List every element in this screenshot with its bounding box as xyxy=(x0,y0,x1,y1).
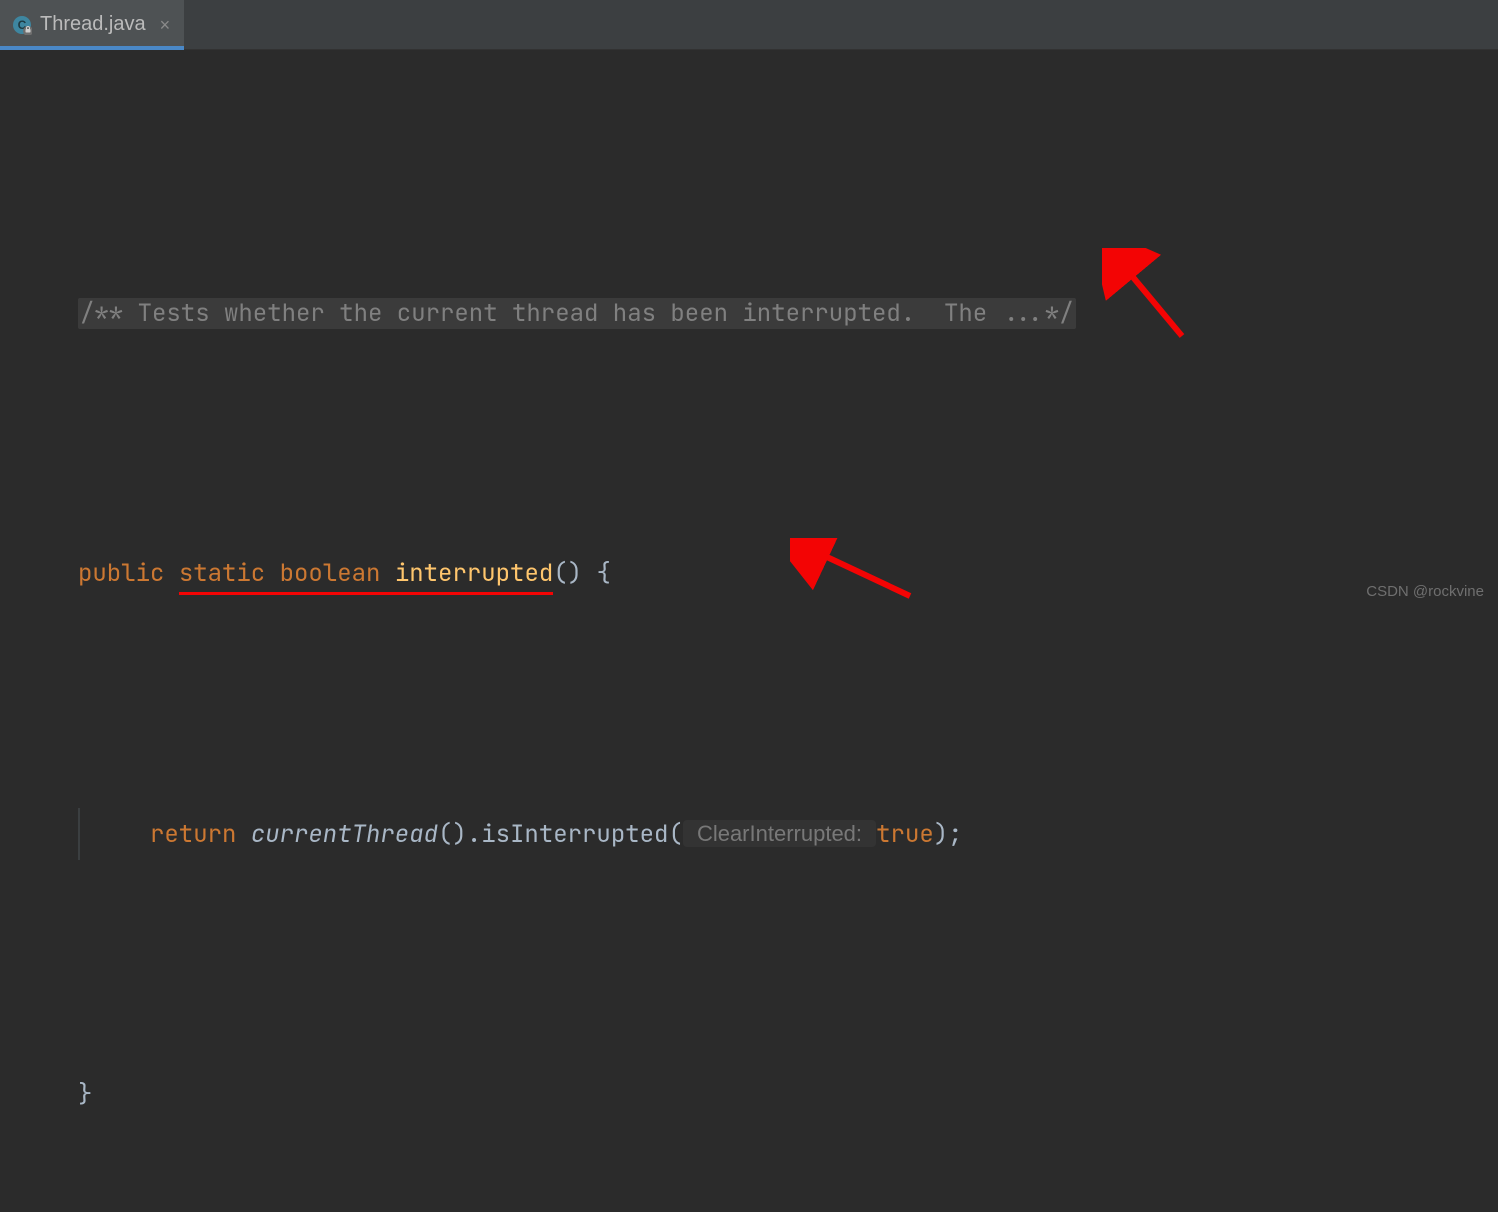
syntax-parens-brace: () { xyxy=(553,558,611,589)
call-isInterrupted: ().isInterrupted( xyxy=(438,819,683,850)
close-icon[interactable]: × xyxy=(160,16,171,34)
keyword-boolean: boolean xyxy=(280,558,381,589)
syntax-close: ); xyxy=(934,819,963,850)
method-name-interrupted: interrupted xyxy=(395,558,553,589)
code-editor[interactable]: /** Tests whether the current thread has… xyxy=(0,50,1498,1212)
call-currentThread: currentThread xyxy=(251,819,438,850)
tab-thread-java[interactable]: C Thread.java × xyxy=(0,0,184,49)
watermark-text: CSDN @rockvine xyxy=(1366,583,1484,600)
keyword-true: true xyxy=(876,819,934,850)
keyword-return: return xyxy=(150,819,236,850)
code-line: public static boolean interrupted() { xyxy=(78,548,1488,600)
code-line: } xyxy=(78,1069,1488,1121)
folded-comment[interactable]: /** Tests whether the current thread has… xyxy=(78,298,1076,329)
keyword-static: static xyxy=(179,558,265,589)
keyword-public: public xyxy=(78,558,164,589)
code-line: return currentThread().isInterrupted( Cl… xyxy=(78,808,1488,861)
editor-tab-bar: C Thread.java × xyxy=(0,0,1498,50)
indent-guide xyxy=(78,808,80,860)
code-line: /** Tests whether the current thread has… xyxy=(78,288,1488,340)
param-hint-clear-interrupted: ClearInterrupted: xyxy=(683,820,876,847)
java-class-file-icon: C xyxy=(12,15,32,35)
brace-close: } xyxy=(78,1079,92,1110)
tab-filename: Thread.java xyxy=(40,13,146,36)
